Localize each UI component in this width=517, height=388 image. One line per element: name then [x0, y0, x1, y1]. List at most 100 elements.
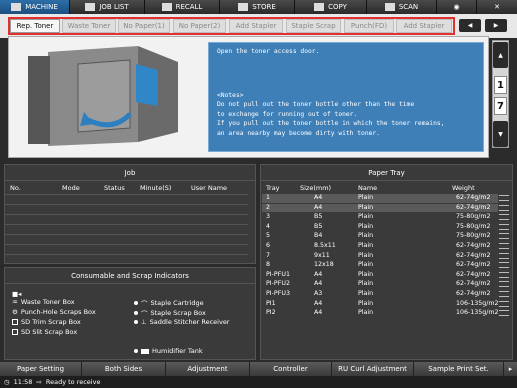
waste-toner-icon: ♒ — [12, 298, 18, 306]
both-sides-button[interactable]: Both Sides — [82, 362, 166, 376]
tray-cell-tray: PI-PFU3 — [266, 290, 290, 297]
nav-machine[interactable]: MACHINE — [0, 0, 70, 14]
tray-row[interactable]: 7 9x11 Plain 62-74g/m2 — [262, 252, 498, 261]
job-row[interactable] — [4, 224, 248, 225]
paper-level-icon — [499, 252, 509, 259]
page-down-button[interactable]: ▼ — [493, 121, 508, 147]
tray-row[interactable]: 8 12x18 Plain 62-74g/m2 — [262, 261, 498, 270]
tray-cell-size: A3 — [314, 290, 323, 297]
job-title: Job — [5, 165, 255, 181]
tray-row[interactable]: PI1 A4 Plain 106-135g/m2 — [262, 299, 499, 309]
tab-staple-scrap[interactable]: Staple Scrap — [286, 19, 341, 33]
tray-col-name: Name — [358, 184, 378, 192]
tray-row[interactable]: PI2 A4 Plain 106-135g/m2 — [262, 309, 499, 318]
controller-button[interactable]: Controller — [250, 362, 332, 376]
tab-rep-toner[interactable]: Rep. Toner — [10, 19, 60, 33]
tray-cell-tray: PI2 — [266, 309, 276, 317]
globe-button[interactable]: ◉ — [437, 0, 477, 14]
trim-icon — [12, 319, 18, 325]
saddle-icon: ⊥ — [141, 318, 147, 326]
note-line-4: an area nearby may become dirty with ton… — [217, 129, 381, 137]
job-row[interactable] — [4, 194, 248, 195]
tray-col-size: Size(mm) — [300, 184, 332, 192]
nav-scan[interactable]: SCAN — [367, 0, 437, 14]
tray-row[interactable]: PI-PFU1 A4 Plain 62-74g/m2 — [262, 271, 498, 280]
tab-punch-fd[interactable]: Punch(FD) — [344, 19, 394, 33]
tray-col-tray: Tray — [266, 184, 280, 192]
tray-cell-weight: 62-74g/m2 — [456, 242, 491, 249]
ru-curl-adjustment-button[interactable]: RU Curl Adjustment — [332, 362, 414, 376]
tray-cell-size: B4 — [314, 232, 323, 240]
paper-level-icon — [499, 214, 509, 221]
tab-no-paper-1[interactable]: No Paper(1) — [118, 19, 170, 33]
sample-print-set-button[interactable]: Sample Print Set. — [414, 362, 504, 376]
tray-row[interactable]: 4 B5 Plain 75-80g/m2 — [262, 223, 498, 232]
scan-icon — [384, 3, 395, 11]
page-up-button[interactable]: ▲ — [493, 42, 508, 68]
sd-slit-scrap-box: SD Slit Scrap Box — [12, 328, 77, 336]
consumables-title: Consumable and Scrap Indicators — [5, 268, 255, 284]
tray-cell-name: Plain — [358, 270, 374, 278]
nav-recall[interactable]: RECALL — [145, 0, 220, 14]
paper-level-icon — [499, 223, 509, 230]
tab-waste-toner[interactable]: Waste Toner — [62, 19, 116, 33]
slit-icon — [12, 329, 18, 335]
tab-add-stapler[interactable]: Add Stapler — [229, 19, 283, 33]
status-text: Ready to receive — [45, 378, 101, 386]
close-button[interactable]: ✕ — [477, 0, 517, 14]
recall-icon — [161, 3, 172, 11]
nav-store[interactable]: STORE — [220, 0, 295, 14]
message-main: Open the toner access door. — [217, 48, 320, 55]
job-row[interactable] — [4, 204, 248, 205]
job-col-user: User Name — [191, 184, 228, 192]
tray-cell-name: Plain — [358, 299, 374, 307]
tray-title: Paper Tray — [261, 165, 512, 181]
tab-prev-button[interactable]: ◀ — [459, 19, 481, 32]
tray-cell-weight: 75-80g/m2 — [456, 232, 491, 240]
tray-cell-tray: PI-PFU1 — [266, 270, 290, 278]
tray-cell-name: Plain — [358, 309, 374, 317]
tray-cell-name: Plain — [358, 280, 374, 288]
job-row[interactable] — [4, 214, 248, 215]
chevron-left-icon: ◀ — [467, 22, 473, 29]
tray-cell-size: A4 — [314, 309, 323, 317]
job-row[interactable] — [4, 244, 248, 245]
sd-trim-scrap-box: SD Trim Scrap Box — [12, 318, 81, 326]
tray-cell-tray: 4 — [266, 222, 271, 230]
nav-copy[interactable]: COPY — [295, 0, 367, 14]
tray-row[interactable]: PI-PFU2 A4 Plain 62-74g/m2 — [262, 280, 498, 289]
tray-cell-tray: 3 — [266, 213, 271, 221]
tray-row[interactable]: 5 B4 Plain 75-80g/m2 — [262, 232, 498, 241]
close-icon: ✕ — [494, 3, 500, 11]
status-time: 11:58 — [13, 378, 33, 386]
nav-job-list[interactable]: JOB LIST — [70, 0, 145, 14]
tray-cell-name: Plain — [358, 261, 374, 269]
job-row[interactable] — [4, 254, 248, 255]
adjustment-button[interactable]: Adjustment — [166, 362, 250, 376]
tray-cell-name: Plain — [358, 242, 374, 249]
tab-no-paper-2[interactable]: No Paper(2) — [173, 19, 226, 33]
arrow-icon: ⇨ — [36, 378, 42, 386]
job-col-status: Status — [104, 184, 125, 192]
tray-cell-size: 8.5x11 — [314, 242, 336, 249]
list-icon — [85, 3, 96, 11]
bottom-more-button[interactable]: ▸ — [504, 362, 517, 376]
paper-level-icon — [499, 243, 509, 249]
note-line-2: to exchange for running out of toner. — [217, 110, 358, 118]
tray-row[interactable]: 3 B5 Plain 75-80g/m2 — [262, 213, 498, 222]
triangle-up-icon: ▲ — [498, 51, 503, 59]
tab-add-stapler-2[interactable]: Add Stapler — [396, 19, 452, 33]
tray-cell-name: Plain — [358, 213, 374, 221]
tray-row[interactable]: 2 A4 Plain 62-74g/m2 — [262, 203, 498, 213]
paper-level-icon — [499, 271, 509, 278]
tray-row[interactable]: 1 A4 Plain 62-74g/m2 — [262, 194, 498, 203]
paper-level-icon — [499, 204, 509, 211]
job-row[interactable] — [4, 234, 248, 235]
paper-level-icon — [499, 310, 509, 317]
tray-cell-tray: PI1 — [266, 299, 276, 307]
saddle-stitcher-receiver: ⊥ Saddle Stitcher Receiver — [134, 318, 229, 326]
tab-next-button[interactable]: ▶ — [485, 19, 507, 32]
tray-row[interactable]: PI-PFU3 A3 Plain 62-74g/m2 — [262, 290, 498, 299]
tray-row[interactable]: 6 8.5x11 Plain 62-74g/m2 — [262, 242, 498, 251]
paper-setting-button[interactable]: Paper Setting — [0, 362, 82, 376]
